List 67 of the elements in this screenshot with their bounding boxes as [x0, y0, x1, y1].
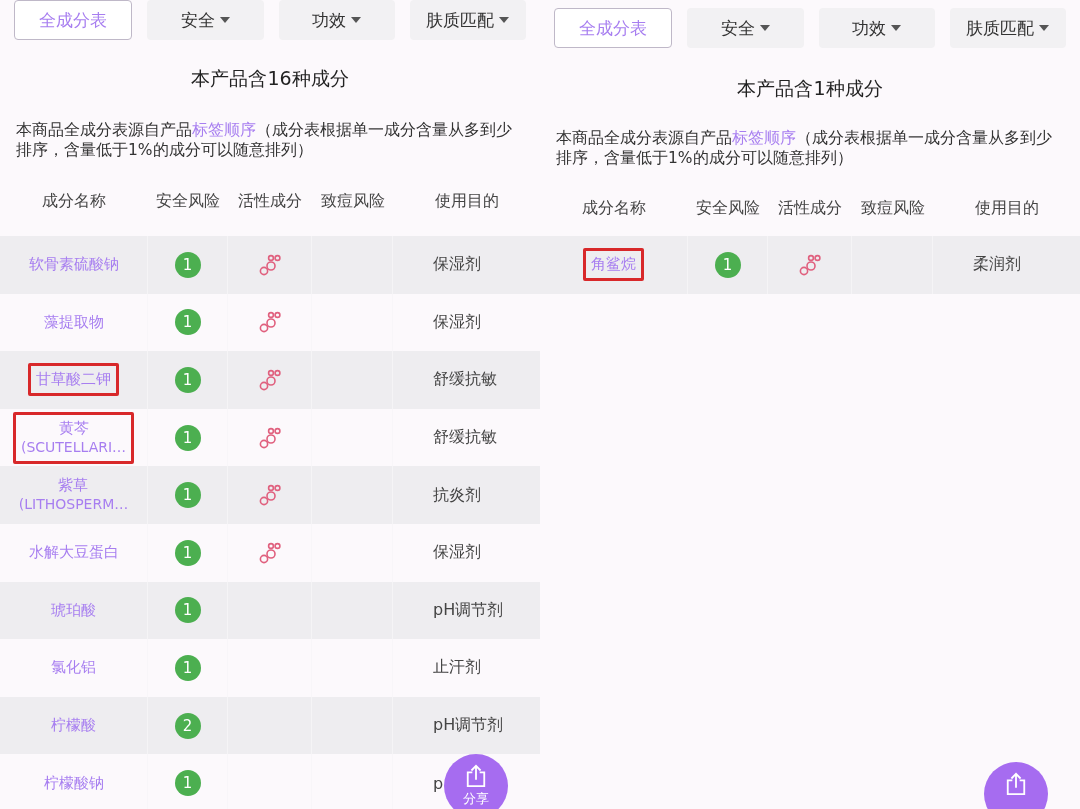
- column-header: 成分名称: [581, 197, 647, 219]
- caret-icon: [891, 25, 902, 31]
- risk-badge: 1: [714, 251, 741, 278]
- usage-purpose: 舒缓抗敏: [433, 369, 497, 391]
- usage-purpose: 保湿剂: [433, 542, 481, 564]
- risk-badge: 1: [174, 539, 201, 566]
- ingredient-name[interactable]: 氯化铝: [43, 651, 104, 685]
- usage-purpose: pH调节剂: [433, 599, 504, 621]
- ingredient-name[interactable]: 藻提取物: [35, 305, 112, 339]
- label-order-link[interactable]: 标签顺序: [732, 129, 796, 147]
- usage-purpose: 抗炎剂: [433, 484, 481, 506]
- usage-purpose: 柔润剂: [973, 254, 1021, 276]
- usage-purpose: 止汗剂: [433, 657, 481, 679]
- risk-badge: 1: [174, 251, 201, 278]
- ingredient-name[interactable]: 角鲨烷: [583, 248, 644, 282]
- risk-badge: 1: [174, 424, 201, 451]
- filter-tab[interactable]: 肤质匹配: [949, 8, 1066, 48]
- usage-purpose: 保湿剂: [433, 311, 481, 333]
- column-header: 活性成分: [237, 190, 303, 212]
- share-button[interactable]: [984, 762, 1048, 809]
- filter-tab[interactable]: 安全: [147, 0, 264, 40]
- ingredient-name[interactable]: 水解大豆蛋白: [20, 536, 127, 570]
- column-header: 活性成分: [777, 197, 843, 219]
- caret-icon: [1039, 25, 1050, 31]
- ingredient-name[interactable]: 柠檬酸: [43, 709, 104, 743]
- label-order-link[interactable]: 标签顺序: [192, 121, 256, 139]
- column-header: 安全风险: [155, 190, 221, 212]
- column-header: 成分名称: [41, 190, 107, 212]
- column-header: 安全风险: [695, 197, 761, 219]
- risk-badge: 1: [174, 597, 201, 624]
- risk-badge: 1: [174, 770, 201, 797]
- ingredient-name[interactable]: 黄芩 (SCUTELLARI…: [12, 411, 135, 464]
- caret-icon: [219, 17, 230, 23]
- usage-purpose: p: [433, 773, 444, 793]
- source-note: 本商品全成分表源自产品标签顺序（成分表根据单一成分含量从多到少排序，含量低于1%的成分可以随意排列）: [555, 128, 1053, 168]
- ingredient-name[interactable]: 琥珀酸: [43, 593, 104, 627]
- filter-tab[interactable]: 全成分表: [14, 0, 133, 40]
- share-button[interactable]: 分享: [444, 754, 508, 809]
- ingredient-count-title: 本产品含16种成分: [190, 66, 350, 91]
- caret-icon: [499, 17, 510, 23]
- usage-purpose: 舒缓抗敏: [433, 427, 497, 449]
- filter-tab[interactable]: 安全: [687, 8, 804, 48]
- risk-badge: 1: [174, 309, 201, 336]
- risk-badge: 1: [174, 367, 201, 393]
- caret-icon: [351, 17, 362, 23]
- risk-badge: 1: [174, 654, 201, 681]
- source-note: 本商品全成分表源自产品标签顺序（成分表根据单一成分含量从多到少排序，含量低于1%的成分可以随意排列）: [15, 120, 513, 160]
- caret-icon: [759, 25, 770, 31]
- risk-badge: 1: [174, 482, 201, 509]
- column-header: 使用目的: [973, 197, 1040, 219]
- filter-tab[interactable]: 功效: [818, 8, 935, 48]
- ingredient-count-title: 本产品含1种成分: [736, 76, 884, 101]
- usage-purpose: 保湿剂: [433, 254, 481, 276]
- column-header: 使用目的: [433, 190, 500, 212]
- ingredient-name[interactable]: 柠檬酸钠: [35, 766, 112, 800]
- share-icon: [465, 764, 487, 788]
- ingredient-name[interactable]: 紫草 (LITHOSPERM…: [10, 469, 137, 522]
- ingredient-name[interactable]: 软骨素硫酸钠: [20, 248, 127, 282]
- column-header: 致痘风险: [319, 190, 386, 212]
- filter-tab[interactable]: 肤质匹配: [409, 0, 526, 40]
- usage-purpose: pH调节剂: [433, 715, 504, 737]
- filter-tab[interactable]: 功效: [278, 0, 395, 40]
- share-icon: [1005, 772, 1027, 796]
- filter-tab[interactable]: 全成分表: [554, 8, 673, 48]
- ingredient-name[interactable]: 甘草酸二钾: [28, 363, 119, 397]
- risk-badge: 2: [174, 712, 201, 739]
- column-header: 致痘风险: [859, 197, 926, 219]
